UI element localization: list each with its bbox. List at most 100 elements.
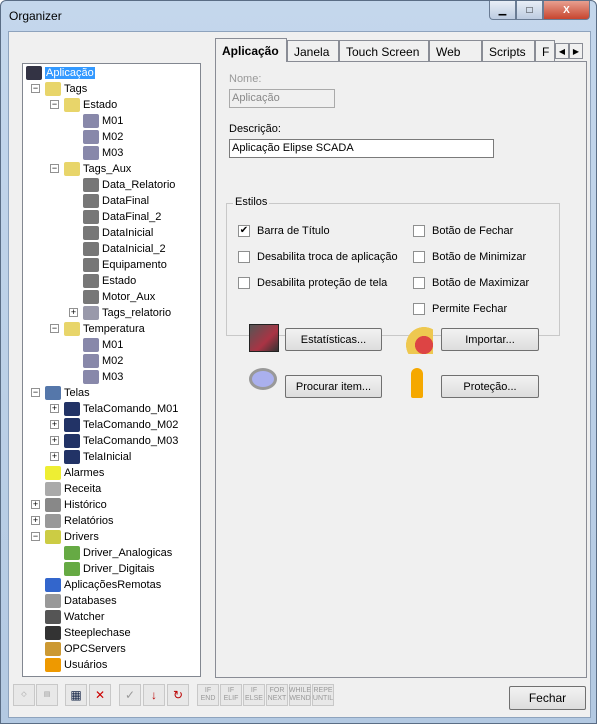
checkbox-1[interactable]: Desabilita troca de aplicação [238,251,398,263]
tree-item-label: DataInicial_2 [102,243,166,255]
tree-item[interactable]: M02 [83,353,123,369]
expand-icon[interactable]: + [50,436,59,445]
tab-aplicação[interactable]: Aplicação [215,38,287,62]
eraser-icon[interactable]: ◇ [13,684,35,706]
tree-item[interactable]: + Histórico [31,497,107,513]
copy-icon[interactable]: ▤ [36,684,58,706]
tree-item[interactable]: + Relatórios [31,513,114,529]
tab-touch-screen[interactable]: Touch Screen [339,40,429,62]
script-block-button[interactable]: IF END [197,684,219,706]
tree-item[interactable]: + TelaComando_M02 [50,417,178,433]
tree-item[interactable]: Receita [45,481,101,497]
tree-item[interactable]: − Tags_Aux [50,161,131,177]
protection-button[interactable]: Proteção... [441,375,539,398]
collapse-icon[interactable]: − [50,324,59,333]
tree-item[interactable]: − Drivers [31,529,99,545]
tab-f[interactable]: F [535,40,555,62]
collapse-icon[interactable]: − [50,100,59,109]
tree-item[interactable]: − Temperatura [50,321,145,337]
tree-item[interactable]: M03 [83,369,123,385]
checkbox-box[interactable] [413,303,425,315]
tree-item[interactable]: Data_Relatorio [83,177,175,193]
tab-janela[interactable]: Janela [287,40,339,62]
script-block-button[interactable]: IF ELSE [243,684,265,706]
checkbox-0[interactable]: ✔ Barra de Título [238,225,330,237]
tree-item[interactable]: + TelaComando_M01 [50,401,178,417]
statistics-button[interactable]: Estatísticas... [285,328,382,351]
collapse-icon[interactable]: − [31,84,40,93]
minimize-button[interactable]: ▁ [489,1,516,20]
script-block-button[interactable]: REPE UNTIL [312,684,334,706]
checkbox-4[interactable]: Botão de Minimizar [413,251,526,263]
tree-item[interactable]: − Telas [31,385,90,401]
search-item-button[interactable]: Procurar item... [285,375,382,398]
tree-item[interactable]: DataInicial_2 [83,241,166,257]
tree-item[interactable]: + Tags_relatorio [69,305,171,321]
expand-icon[interactable]: + [50,420,59,429]
checkbox-box[interactable] [413,225,425,237]
delete-table-icon[interactable]: ✕ [89,684,111,706]
expand-icon[interactable]: + [50,404,59,413]
tree-item[interactable]: M01 [83,337,123,353]
tree-item[interactable]: − Estado [50,97,117,113]
close-button[interactable]: Fechar [509,686,586,710]
checkbox-box[interactable] [238,251,250,263]
tree-item[interactable]: DataInicial [83,225,153,241]
tree-item[interactable]: M01 [83,113,123,129]
tab-scroll-right-icon[interactable]: ▶ [569,43,583,59]
tree-item[interactable]: DataFinal [83,193,149,209]
tree-item[interactable]: Aplicação [26,65,95,81]
tree-item[interactable]: + TelaInicial [50,449,131,465]
organizer-tree[interactable]: Aplicação − Tags − Estado M01 M02 M03− Tags_Aux D… [22,63,201,677]
description-field[interactable]: Aplicação Elipse SCADA [229,139,494,158]
expand-icon[interactable]: + [69,308,78,317]
tab-scripts[interactable]: Scripts [482,40,535,62]
checkbox-box[interactable] [413,251,425,263]
checkbox-5[interactable]: Botão de Maximizar [413,277,529,289]
application-panel: Nome: Aplicação Descrição: Aplicação Eli… [215,61,587,678]
checkbox-box[interactable] [413,277,425,289]
maximize-button[interactable]: □ [516,1,543,20]
tree-item[interactable]: Watcher [45,609,105,625]
expand-icon[interactable]: + [31,500,40,509]
expand-icon[interactable]: + [50,452,59,461]
tab-scroll-left-icon[interactable]: ◀ [555,43,569,59]
tree-item[interactable]: Driver_Digitais [64,561,155,577]
script-block-button[interactable]: IF ELIF [220,684,242,706]
table-icon[interactable]: ▦ [65,684,87,706]
tree-item[interactable]: Motor_Aux [83,289,155,305]
script-block-button[interactable]: FOR NEXT [266,684,288,706]
collapse-icon[interactable]: − [31,388,40,397]
import-button[interactable]: Importar... [441,328,539,351]
tree-item[interactable]: M02 [83,129,123,145]
tree-item[interactable]: AplicaçõesRemotas [45,577,161,593]
check-list-icon[interactable]: ✓ [119,684,141,706]
tree-item[interactable]: M03 [83,145,123,161]
tree-item[interactable]: Databases [45,593,117,609]
checkbox-6[interactable]: Permite Fechar [413,303,507,315]
expand-icon[interactable]: + [31,516,40,525]
checkbox-2[interactable]: Desabilita proteção de tela [238,277,387,289]
tree-item[interactable]: Alarmes [45,465,104,481]
tree-item[interactable]: Equipamento [83,257,167,273]
sort-down-icon[interactable]: ↓ [143,684,165,706]
script-block-button[interactable]: WHILE WEND [289,684,311,706]
tree-node-icon [83,370,99,384]
tree-item[interactable]: Steeplechase [45,625,131,641]
tree-item[interactable]: Usuários [45,657,107,673]
collapse-icon[interactable]: − [31,532,40,541]
tree-item[interactable]: Estado [83,273,136,289]
checkbox-3[interactable]: Botão de Fechar [413,225,513,237]
tree-item[interactable]: DataFinal_2 [83,209,161,225]
close-window-button[interactable]: X [543,1,590,20]
tab-web[interactable]: Web [429,40,482,62]
refresh-icon[interactable]: ↻ [167,684,189,706]
tree-node-icon [45,626,61,640]
tree-item[interactable]: − Tags [31,81,87,97]
tree-item[interactable]: + TelaComando_M03 [50,433,178,449]
collapse-icon[interactable]: − [50,164,59,173]
tree-item[interactable]: OPCServers [45,641,126,657]
tree-item[interactable]: Driver_Analogicas [64,545,172,561]
checkbox-box[interactable] [238,277,250,289]
checkbox-box[interactable]: ✔ [238,225,250,237]
